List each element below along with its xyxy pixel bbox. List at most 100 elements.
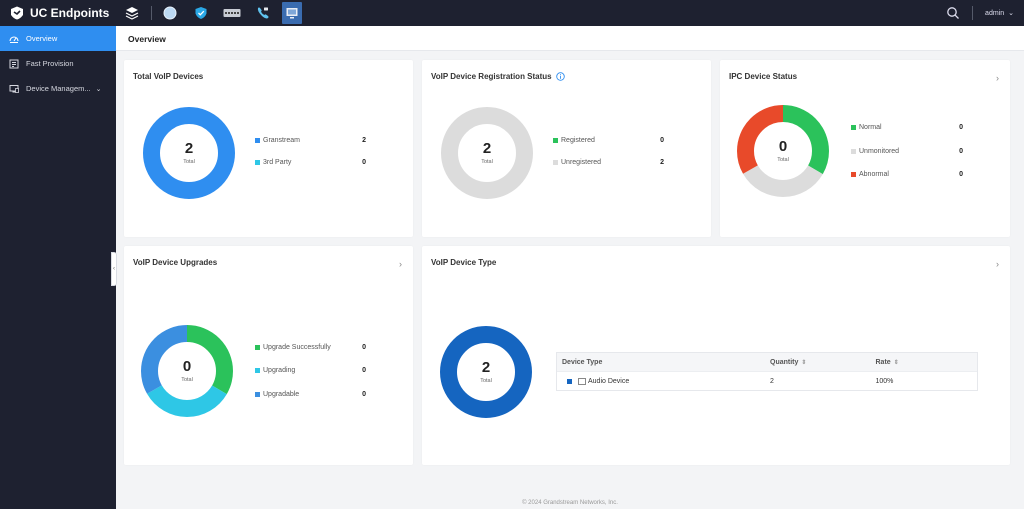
ipc-status-donut-chart: 0 Total	[736, 104, 830, 198]
ipc-device-status-card: IPC Device Status › 0 Total Normal 0 Unm…	[720, 60, 1010, 237]
brand[interactable]: UC Endpoints	[0, 6, 116, 20]
monitor-icon[interactable]	[282, 2, 302, 24]
legend-label: Granstream	[263, 137, 300, 144]
legend-value: 0	[362, 391, 366, 398]
legend-value: 0	[362, 159, 366, 166]
sidebar-item-label: Overview	[26, 34, 58, 43]
chevron-down-icon[interactable]: ⌄	[1008, 9, 1014, 17]
legend-swatch	[851, 172, 856, 177]
device-type-label: Audio Device	[588, 377, 630, 385]
chevron-right-icon[interactable]: ›	[996, 259, 999, 269]
legend-label: 3rd Party	[263, 159, 292, 166]
cell-quantity: 2	[770, 377, 774, 385]
phone-icon[interactable]	[251, 2, 275, 24]
sidebar-collapse-handle[interactable]: ‹	[111, 252, 117, 286]
donut-center-label: Total	[777, 157, 789, 163]
sort-icon[interactable]: ⇕	[894, 360, 899, 366]
image-icon	[578, 377, 586, 385]
card-title: IPC Device Status	[729, 72, 798, 81]
sidebar-item-device-management[interactable]: Device Managem... ⌄	[0, 76, 116, 101]
chevron-left-icon: ‹	[113, 266, 115, 272]
footer-copyright: © 2024 Grandstream Networks, Inc.	[522, 500, 618, 506]
grandstream-logo-icon	[11, 6, 23, 20]
column-label: Device Type	[562, 358, 603, 366]
upgrades-donut-chart: 0 Total	[140, 324, 234, 418]
topbar-right: admin ⌄	[946, 0, 1024, 26]
legend-label: Upgradable	[263, 391, 300, 398]
donut-center-label: Total	[183, 159, 195, 165]
layers-icon[interactable]	[120, 2, 144, 24]
donut-center-value: 0	[778, 138, 788, 155]
legend-value: 0	[959, 171, 963, 178]
globe-icon[interactable]	[158, 2, 182, 24]
legend-item: Abnormal 0	[851, 171, 963, 178]
table-row[interactable]: Audio Device 2 100%	[557, 371, 977, 390]
sidebar-item-label: Fast Provision	[26, 59, 74, 68]
legend-label: Registered	[561, 137, 595, 144]
legend-value: 0	[362, 367, 366, 374]
top-bar: UC Endpoints admin ⌄	[0, 0, 1024, 26]
legend-swatch	[255, 160, 260, 165]
legend-value: 0	[959, 148, 963, 155]
user-menu[interactable]: admin	[985, 10, 1004, 17]
donut-center-value: 2	[482, 140, 492, 157]
table-header: Device Type Quantity ⇕ Rate ⇕	[557, 353, 977, 371]
column-header-quantity[interactable]: Quantity ⇕	[766, 359, 872, 366]
legend-item: Unregistered 2	[553, 159, 664, 166]
legend-item: Unmonitored 0	[851, 148, 963, 155]
column-header-device-type: Device Type	[557, 359, 766, 366]
app-title: UC Endpoints	[30, 6, 110, 20]
card-title: Total VoIP Devices	[133, 72, 204, 81]
info-icon[interactable]	[555, 72, 565, 81]
provision-icon	[9, 59, 19, 68]
registration-status-card: VoIP Device Registration Status 2 Total …	[422, 60, 711, 237]
legend-label: Unmonitored	[859, 148, 900, 155]
donut-center-value: 2	[481, 359, 491, 376]
legend-label: Normal	[859, 124, 882, 131]
sidebar-item-label: Device Managem...	[26, 84, 91, 93]
legend-value: 0	[660, 137, 664, 144]
legend-value: 0	[959, 124, 963, 131]
column-label: Rate	[875, 358, 891, 366]
cell-device-type: Audio Device	[557, 377, 766, 385]
donut-center-value: 0	[182, 358, 192, 375]
card-title-text: VoIP Device Registration Status	[431, 72, 552, 81]
column-header-rate[interactable]: Rate ⇕	[872, 359, 978, 366]
donut-center-value: 2	[184, 140, 194, 157]
card-title: VoIP Device Registration Status	[431, 72, 565, 81]
card-title: VoIP Device Type	[431, 258, 497, 267]
shield-icon[interactable]	[189, 2, 213, 24]
search-icon[interactable]	[946, 6, 960, 20]
total-voip-devices-card: Total VoIP Devices 2 Total Granstream 2 …	[124, 60, 413, 237]
legend-swatch	[851, 125, 856, 130]
cell-rate: 100%	[875, 377, 894, 385]
legend-swatch	[553, 138, 558, 143]
sort-icon[interactable]: ⇕	[801, 360, 806, 366]
legend-swatch	[255, 345, 260, 350]
legend-item: 3rd Party 0	[255, 159, 366, 166]
legend-swatch	[255, 392, 260, 397]
chevron-right-icon[interactable]: ›	[996, 73, 999, 83]
card-title: VoIP Device Upgrades	[133, 258, 218, 267]
legend-item: Normal 0	[851, 124, 963, 131]
legend-value: 2	[362, 137, 366, 144]
device-icon	[9, 84, 19, 93]
topbar-divider	[972, 6, 974, 20]
topbar-divider	[151, 6, 152, 20]
device-type-donut-chart: 2 Total	[439, 325, 533, 419]
legend-label: Abnormal	[859, 171, 889, 178]
switch-icon[interactable]	[220, 2, 244, 24]
donut-center-label: Total	[480, 378, 492, 384]
legend-label: Upgrading	[263, 367, 296, 374]
legend-value: 0	[362, 344, 366, 351]
legend-swatch	[255, 368, 260, 373]
page-header: Overview	[116, 26, 1024, 51]
page-title: Overview	[128, 34, 166, 44]
sidebar-item-overview[interactable]: Overview	[0, 26, 116, 51]
legend-value: 2	[660, 159, 664, 166]
chevron-right-icon[interactable]: ›	[399, 259, 402, 269]
legend-item: Granstream 2	[255, 137, 366, 144]
color-swatch	[567, 378, 572, 384]
legend-item: Upgrading 0	[255, 367, 366, 374]
sidebar-item-fast-provision[interactable]: Fast Provision	[0, 51, 116, 76]
